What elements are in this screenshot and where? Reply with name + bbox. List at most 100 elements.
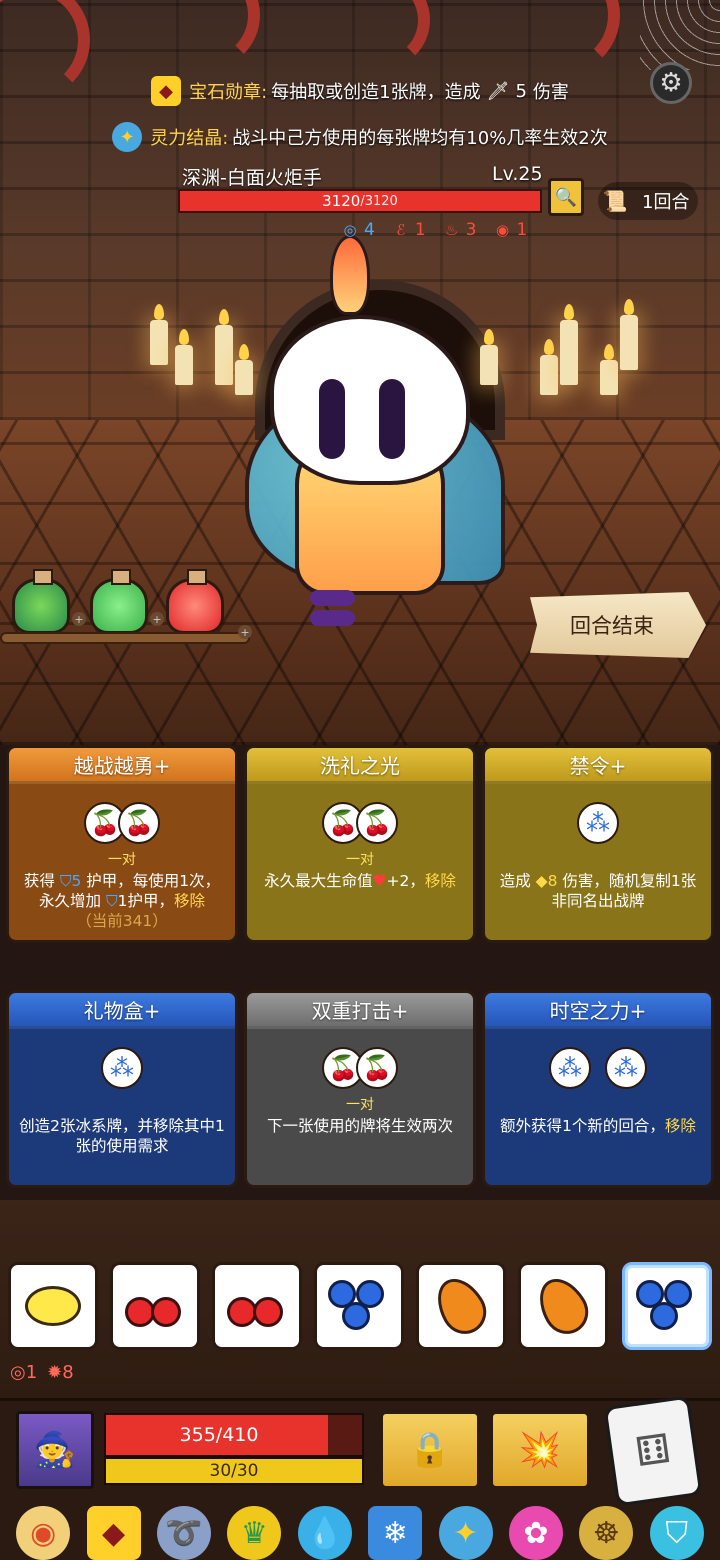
blueberry-icon: ⁂: [577, 802, 619, 844]
cards-area: 越战越勇+ 🍒 🍒 一对 获得 ⛉5 护甲，每使用1次，永久增加 ⛉1护甲，移除…: [0, 745, 720, 1200]
requirement-label: 一对: [346, 852, 374, 868]
gear-icon: ⚙: [659, 68, 683, 98]
status-effect[interactable]: ♨ 3: [440, 218, 477, 242]
player-energy-bar: 30/30: [104, 1457, 364, 1485]
status-effect[interactable]: ◉ 1: [490, 218, 527, 242]
add-slot-icon: +: [150, 612, 164, 626]
armor-icon: ⛉: [105, 892, 118, 910]
relic-bar: ◉ ◆ ➰ ♛ 💧 ❄ ✦ ✿ ☸ ⛉: [0, 1503, 720, 1560]
card-requirements: ⁂ ⁂: [493, 1047, 703, 1091]
orange-fruit-icon: [529, 1269, 597, 1343]
enemy-hp-bar: 3120 /3120: [178, 189, 542, 213]
card-title: 时空之力+: [485, 993, 711, 1029]
candle-decoration: [175, 329, 193, 385]
golden-beetle-icon[interactable]: ☸: [579, 1506, 634, 1560]
mini-stat[interactable]: ◎ 1: [10, 1362, 37, 1383]
spiral-shield-icon: ◎: [343, 221, 357, 239]
cornucopia-icon[interactable]: ➰: [156, 1506, 211, 1560]
cherry-icon: 🍒: [356, 802, 398, 844]
die-cherry[interactable]: [212, 1262, 302, 1350]
die-orange[interactable]: [518, 1262, 608, 1350]
card-requirements: ⁂: [493, 802, 703, 846]
spider-web-decoration: [640, 0, 720, 70]
cherry-icon: 🍒: [118, 802, 160, 844]
vortex-icon: ◉: [495, 221, 510, 239]
die-cherry[interactable]: [110, 1262, 200, 1350]
card-requirements: 🍒 🍒: [255, 802, 465, 846]
lock-icon: 🔒: [408, 1430, 452, 1470]
card-title: 礼物盒+: [9, 993, 235, 1029]
enemy-inspect-button[interactable]: 🔍: [548, 178, 584, 216]
scroll-icon: 📜: [602, 189, 628, 213]
card[interactable]: 越战越勇+ 🍒 🍒 一对 获得 ⛉5 护甲，每使用1次，永久增加 ⛉1护甲，移除…: [6, 745, 238, 943]
shelf-board: [0, 632, 250, 644]
water-drop-icon[interactable]: 💧: [297, 1506, 352, 1560]
player-hp-bar: 355/410: [104, 1413, 364, 1457]
status-effect[interactable]: ◎ 4: [338, 218, 374, 242]
card[interactable]: 禁令+ ⁂ 造成 ◆8 伤害，随机复制1张非同名出战牌: [482, 745, 714, 943]
candle-decoration: [150, 304, 168, 365]
die-blueberry-selected[interactable]: [622, 1262, 712, 1350]
relic-name: 灵力结晶:: [150, 128, 229, 149]
green-potion-icon[interactable]: [12, 569, 70, 634]
relic-desc: 战斗中己方使用的每张牌均有10%几率生效2次: [232, 128, 608, 149]
requirement-label: 一对: [346, 1097, 374, 1113]
flame-icon: ♨: [444, 221, 459, 239]
potion-shelf: [0, 569, 250, 655]
card-requirements: 🍒 🍒: [255, 1047, 465, 1091]
requirement-label: [493, 849, 703, 867]
relic-damage-unit: 伤害: [532, 82, 569, 103]
turn-label: 1回合: [642, 192, 690, 213]
donut-shield-icon[interactable]: ◉: [16, 1506, 71, 1560]
blueberry-icon: [636, 1278, 698, 1334]
relic-desc: 每抽取或创造1张牌，造成: [271, 82, 481, 103]
red-potion-icon[interactable]: [166, 569, 224, 634]
card[interactable]: 双重打击+ 🍒 🍒 一对 下一张使用的牌将生效两次: [244, 990, 476, 1188]
lock-skill-button[interactable]: 🔒: [380, 1411, 480, 1489]
monster-head: [270, 315, 470, 485]
die-orange[interactable]: [416, 1262, 506, 1350]
player-mini-stats: ◎ 1 ✹ 8: [10, 1362, 84, 1383]
relic-damage-value: 5: [515, 80, 527, 102]
reroll-die-button[interactable]: ⚅: [603, 1395, 703, 1507]
gem-medal-icon: ◆: [151, 76, 182, 106]
requirement-label: 一对: [108, 852, 136, 868]
spirit-crystal-icon[interactable]: ✦: [438, 1506, 493, 1560]
pink-swirl-icon[interactable]: ✿: [508, 1506, 563, 1560]
lemon-icon: [25, 1286, 81, 1326]
requirement-label: [493, 1094, 703, 1112]
blueberry-icon: ⁂: [101, 1047, 143, 1089]
monster-feet: [310, 590, 440, 626]
card[interactable]: 洗礼之光 🍒 🍒 一对 永久最大生命值♥+2，移除: [244, 745, 476, 943]
wizard-portrait-icon: 🧙: [33, 1430, 77, 1470]
player-avatar[interactable]: 🧙: [16, 1411, 94, 1489]
card-description: 永久最大生命值♥+2，移除: [264, 872, 456, 890]
blue-shield-icon[interactable]: ⛉: [649, 1506, 704, 1560]
explosion-icon: 💥: [518, 1430, 562, 1470]
mini-stat-value: 1: [25, 1362, 38, 1383]
status-effect[interactable]: ℰ 1: [389, 218, 425, 242]
enemy-monster[interactable]: [225, 235, 505, 626]
add-slot-icon: +: [238, 625, 252, 639]
mini-stat[interactable]: ✹ 8: [47, 1362, 74, 1383]
turn-counter: 📜 1回合: [598, 182, 698, 220]
card-description: 造成 ◆8 伤害，随机复制1张非同名出战牌: [499, 872, 697, 910]
end-turn-button[interactable]: 回合结束: [530, 592, 706, 658]
burst-skill-button[interactable]: 💥: [490, 1411, 590, 1489]
player-panel: 🧙 355/410 30/30 🔒 💥 ⚅ ◉ ◆ ➰ ♛ 💧 ❄ ✦ ✿ ☸ …: [0, 1395, 720, 1560]
green-flask-icon[interactable]: [90, 569, 148, 634]
card[interactable]: 礼物盒+ ⁂ 创造2张冰系牌，并移除其中1张的使用需求: [6, 990, 238, 1188]
flame-crown-icon[interactable]: ♛: [227, 1506, 282, 1560]
ice-cube-icon[interactable]: ❄: [368, 1506, 423, 1560]
settings-gear-button[interactable]: ⚙: [650, 62, 692, 104]
orange-fruit-icon: [427, 1269, 495, 1343]
sword-icon: 🗡: [486, 80, 510, 102]
die-lemon[interactable]: [8, 1262, 98, 1350]
gem-medal-icon[interactable]: ◆: [86, 1506, 141, 1560]
monster-eye: [379, 379, 405, 459]
card-requirements: 🍒 🍒: [17, 802, 227, 846]
die-blueberry[interactable]: [314, 1262, 404, 1350]
player-hp-text: 355/410: [179, 1424, 259, 1446]
card[interactable]: 时空之力+ ⁂ ⁂ 额外获得1个新的回合，移除: [482, 990, 714, 1188]
magnifier-icon: 🔍: [554, 186, 578, 208]
